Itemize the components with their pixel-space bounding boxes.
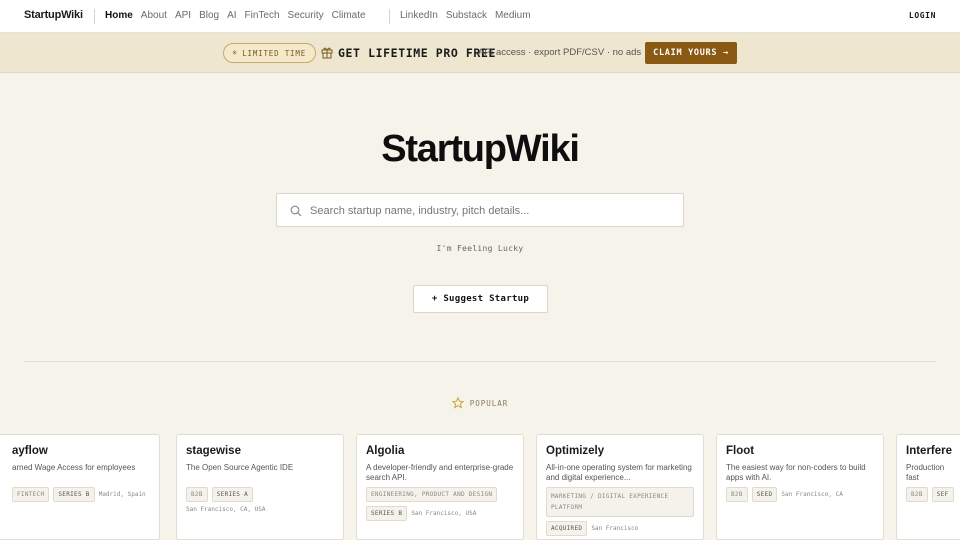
promo-banner: ✳ LIMITED TIME GET LIFETIME PRO FREE API… xyxy=(0,33,960,73)
stage-tag: SEF xyxy=(931,487,954,502)
feeling-lucky-link[interactable]: I'm Feeling Lucky xyxy=(0,244,960,253)
popular-label: POPULAR xyxy=(469,398,509,408)
nav-link-api[interactable]: API xyxy=(175,10,191,21)
category-tag: B2B xyxy=(906,487,928,502)
location-text: Madrid, Spain xyxy=(98,491,146,498)
limited-time-label: LIMITED TIME xyxy=(242,48,307,58)
sparkle-icon: ✳ xyxy=(232,47,239,58)
nav-link-medium[interactable]: Medium xyxy=(495,10,531,21)
startup-name: Algolia xyxy=(366,445,405,457)
startup-description: Production fast xyxy=(906,463,945,482)
startup-name: Floot xyxy=(726,445,755,457)
industry-tag: MARKETING / DIGITAL EXPERIENCE PLATFORM xyxy=(546,487,694,517)
promo-headline: GET LIFETIME PRO FREE xyxy=(338,46,496,60)
gift-icon xyxy=(321,47,333,59)
category-tag: B2B xyxy=(186,487,208,502)
startup-description: arned Wage Access for employees xyxy=(12,463,136,472)
stage-tag: SERIES A xyxy=(211,487,254,502)
location-text: San Francisco, USA xyxy=(411,510,477,517)
startup-description: All-in-one operating system for marketin… xyxy=(546,463,692,482)
startup-description: A developer-friendly and enterprise-grad… xyxy=(366,463,514,482)
social-links: LinkedIn Substack Medium xyxy=(400,10,531,21)
nav-link-linkedin[interactable]: LinkedIn xyxy=(400,10,438,21)
suggest-startup-button[interactable]: + Suggest Startup xyxy=(413,285,548,313)
nav-divider xyxy=(389,9,390,24)
nav-divider xyxy=(94,9,95,24)
nav-links: Home About API Blog AI FinTech Security … xyxy=(105,10,366,21)
startup-description: The Open Source Agentic IDE xyxy=(186,463,294,472)
top-nav: StartupWiki Home About API Blog AI FinTe… xyxy=(0,0,960,33)
section-divider xyxy=(24,361,936,362)
promo-subtext: API access · export PDF/CSV · no ads xyxy=(478,47,642,58)
hero-logo: StartupWiki xyxy=(381,128,580,170)
startup-name: ayflow xyxy=(12,445,48,457)
location-text: San Francisco, CA, USA xyxy=(186,506,266,513)
nav-link-fintech[interactable]: FinTech xyxy=(245,10,280,21)
login-link[interactable]: LOGIN xyxy=(909,11,936,20)
startup-card[interactable]: ayflow arned Wage Access for employees F… xyxy=(0,434,160,540)
star-icon xyxy=(451,397,464,409)
stage-tag: SERIES B xyxy=(53,487,95,502)
startup-card[interactable]: Algolia A developer-friendly and enterpr… xyxy=(356,434,524,540)
search-input[interactable] xyxy=(310,202,670,220)
startup-name: Optimizely xyxy=(546,445,605,457)
industry-tag: ENGINEERING, PRODUCT AND DESIGN xyxy=(366,487,498,502)
location-text: San Francisco, CA xyxy=(781,491,843,498)
category-tag: B2B xyxy=(726,487,748,502)
location-text: San Francisco xyxy=(591,525,639,532)
startup-description: The easiest way for non-coders to build … xyxy=(726,463,866,482)
search-box[interactable] xyxy=(276,193,684,227)
startup-name: stagewise xyxy=(186,445,241,457)
nav-link-about[interactable]: About xyxy=(141,10,167,21)
popular-heading: POPULAR xyxy=(0,397,960,409)
startup-card[interactable]: Optimizely All-in-one operating system f… xyxy=(536,434,704,540)
brand-logo[interactable]: StartupWiki xyxy=(24,9,83,21)
nav-link-ai[interactable]: AI xyxy=(227,10,236,21)
industry-tag: FINTECH xyxy=(12,487,50,502)
stage-tag: SEED xyxy=(751,487,778,502)
startup-name: Interfere xyxy=(906,445,953,457)
nav-link-blog[interactable]: Blog xyxy=(199,10,219,21)
nav-link-home[interactable]: Home xyxy=(105,10,133,21)
stage-tag: ACQUIRED xyxy=(546,521,588,536)
search-icon xyxy=(290,205,302,217)
nav-link-climate[interactable]: Climate xyxy=(332,10,366,21)
startup-card[interactable]: Interfere Production fast B2B SEF xyxy=(896,434,960,540)
stage-tag: SERIES B xyxy=(366,506,408,521)
nav-link-substack[interactable]: Substack xyxy=(446,10,487,21)
nav-link-security[interactable]: Security xyxy=(288,10,324,21)
limited-time-badge: ✳ LIMITED TIME xyxy=(223,43,317,63)
claim-button[interactable]: CLAIM YOURS → xyxy=(645,42,737,64)
startup-card[interactable]: stagewise The Open Source Agentic IDE B2… xyxy=(176,434,344,540)
startup-card[interactable]: Floot The easiest way for non-coders to … xyxy=(716,434,884,540)
